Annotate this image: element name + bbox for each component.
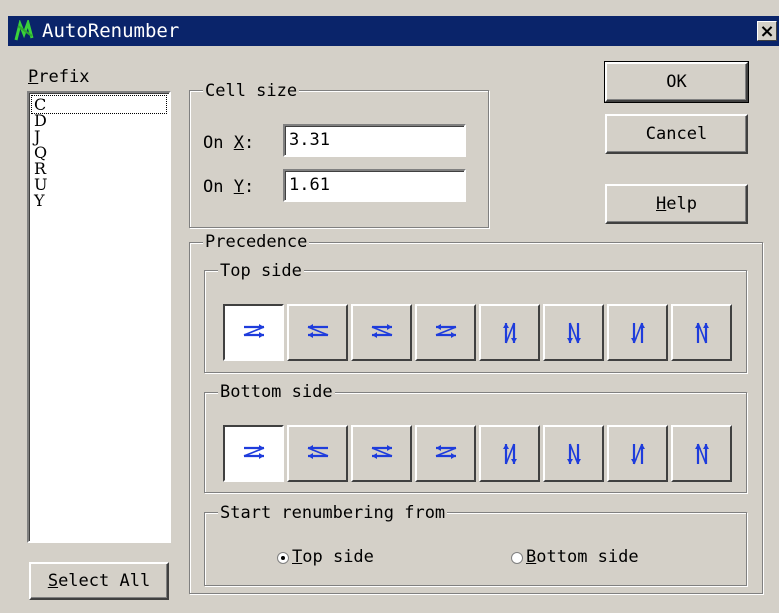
- title-bar[interactable]: AutoRenumber ×: [8, 16, 779, 46]
- top-side-order-button-7[interactable]: [607, 304, 668, 361]
- vertical-zigzag-icon: [500, 321, 520, 345]
- top-side-order-button-3[interactable]: [351, 304, 412, 361]
- cancel-button[interactable]: Cancel: [605, 114, 748, 154]
- prefix-list-item[interactable]: C: [31, 95, 167, 114]
- bottom-side-order-button-6[interactable]: [543, 425, 604, 482]
- help-button[interactable]: Help: [605, 184, 748, 224]
- app-icon: [14, 20, 36, 42]
- bottom-side-order-button-1[interactable]: [223, 425, 284, 482]
- top-side-title: Top side: [218, 260, 304, 282]
- on-y-label: On Y:: [203, 177, 255, 197]
- vertical-zigzag-reversed-icon: [628, 442, 648, 466]
- cell-size-title: Cell size: [203, 80, 300, 102]
- top-side-order-button-2[interactable]: [287, 304, 348, 361]
- vertical-zigzag-alt-reversed-icon: [692, 321, 712, 345]
- horizontal-zigzag-alt-icon: [370, 321, 394, 345]
- on-y-input[interactable]: 1.61: [283, 169, 466, 202]
- vertical-zigzag-alt-icon: [564, 442, 584, 466]
- vertical-zigzag-reversed-icon: [628, 321, 648, 345]
- precedence-title: Precedence: [203, 231, 310, 253]
- bottom-side-order-button-2[interactable]: [287, 425, 348, 482]
- top-side-order-button-5[interactable]: [479, 304, 540, 361]
- close-icon: ×: [759, 21, 775, 42]
- window-title: AutoRenumber: [42, 20, 180, 42]
- horizontal-zigzag-icon: [242, 442, 266, 466]
- horizontal-zigzag-alt-reversed-icon: [434, 442, 458, 466]
- bottom-side-order-button-3[interactable]: [351, 425, 412, 482]
- bottom-side-radio-label[interactable]: Bottom side: [526, 546, 639, 568]
- on-x-input[interactable]: 3.31: [283, 124, 466, 157]
- horizontal-zigzag-alt-icon: [370, 442, 394, 466]
- autorenumber-dialog: AutoRenumber × Prefix CDJQRUY Select All…: [0, 0, 779, 613]
- horizontal-zigzag-reversed-icon: [306, 321, 330, 345]
- bottom-side-order-button-7[interactable]: [607, 425, 668, 482]
- horizontal-zigzag-reversed-icon: [306, 442, 330, 466]
- bottom-side-order-button-4[interactable]: [415, 425, 476, 482]
- start-from-title: Start renumbering from: [218, 502, 448, 524]
- vertical-zigzag-alt-icon: [564, 321, 584, 345]
- vertical-zigzag-alt-reversed-icon: [692, 442, 712, 466]
- bottom-side-order-button-8[interactable]: [671, 425, 732, 482]
- cell-size-group: [189, 90, 489, 228]
- top-side-order-button-1[interactable]: [223, 304, 284, 361]
- top-side-radio[interactable]: [277, 552, 289, 564]
- close-button[interactable]: ×: [757, 21, 777, 42]
- bottom-side-radio[interactable]: [511, 552, 523, 564]
- top-side-order-button-8[interactable]: [671, 304, 732, 361]
- bottom-side-order-button-5[interactable]: [479, 425, 540, 482]
- top-side-radio-label[interactable]: Top side: [292, 546, 374, 568]
- prefix-label: Prefix: [28, 67, 90, 87]
- on-x-label: On X:: [203, 133, 255, 153]
- bottom-side-title: Bottom side: [218, 381, 335, 403]
- prefix-listbox[interactable]: CDJQRUY: [27, 91, 171, 543]
- ok-button[interactable]: OK: [604, 61, 749, 103]
- horizontal-zigzag-icon: [242, 321, 266, 345]
- top-side-order-button-6[interactable]: [543, 304, 604, 361]
- select-all-button[interactable]: Select All: [29, 562, 169, 600]
- prefix-list-item[interactable]: Y: [34, 192, 45, 209]
- vertical-zigzag-icon: [500, 442, 520, 466]
- top-side-order-button-4[interactable]: [415, 304, 476, 361]
- horizontal-zigzag-alt-reversed-icon: [434, 321, 458, 345]
